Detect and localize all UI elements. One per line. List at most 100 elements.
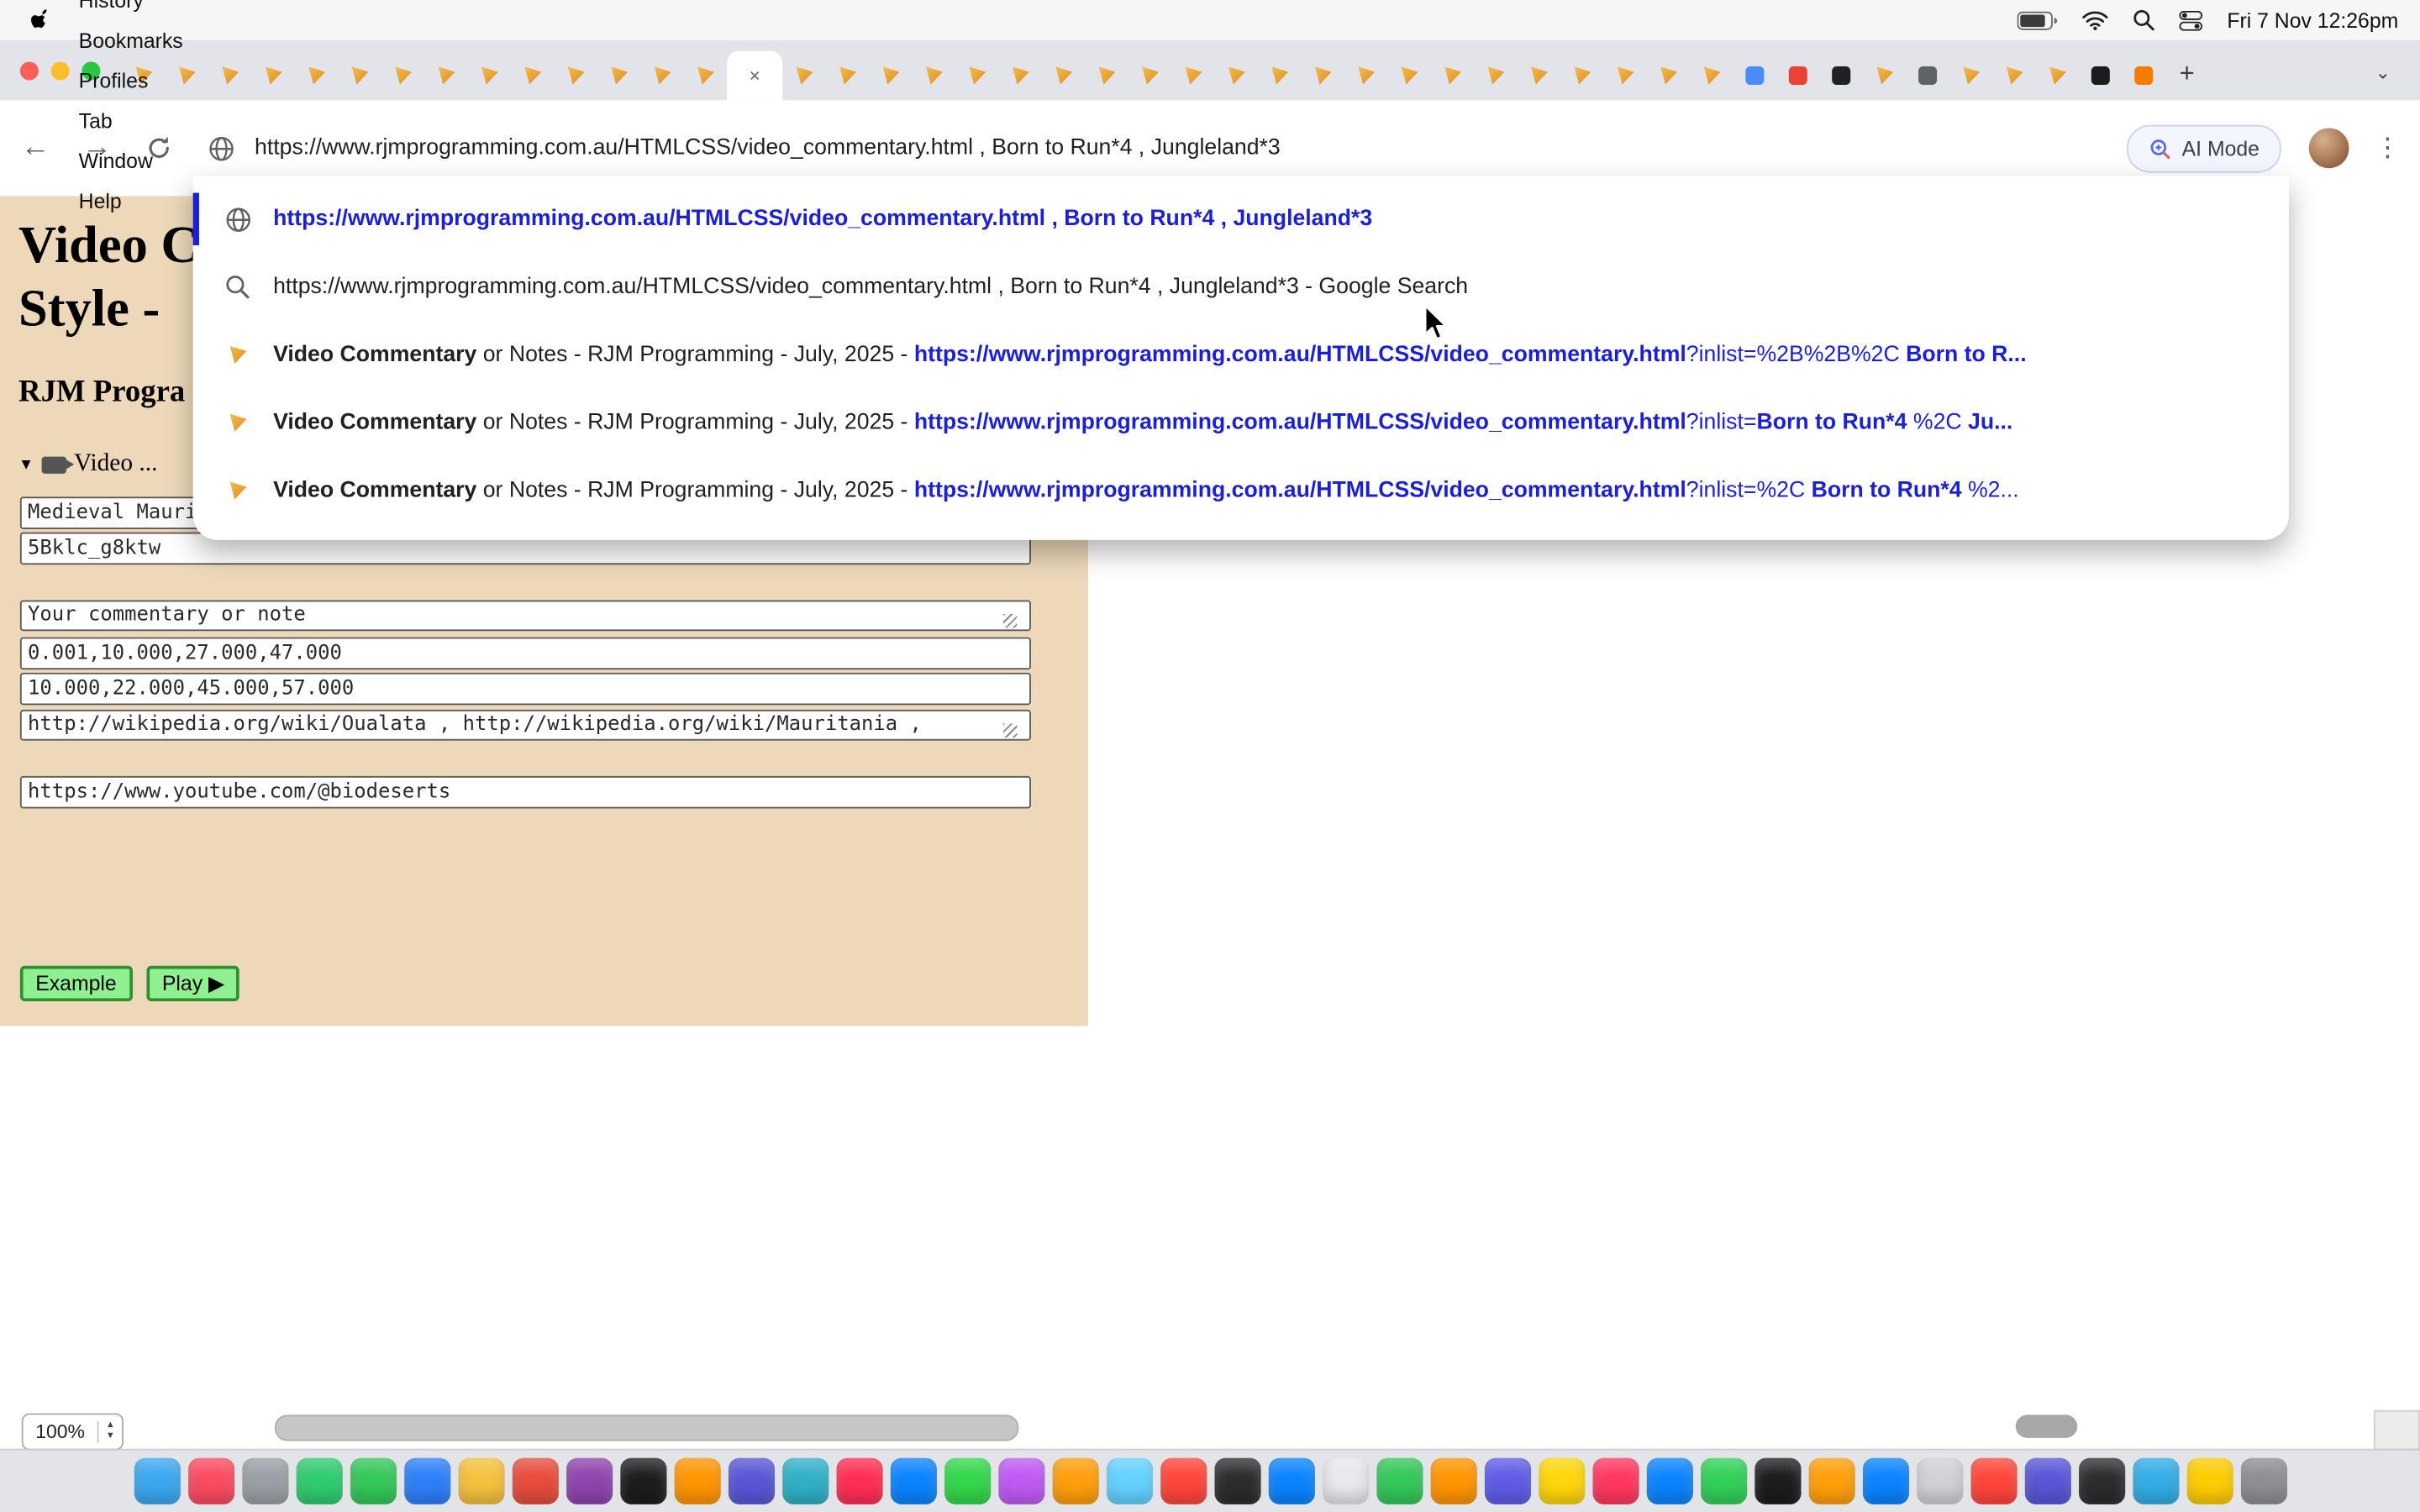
suggestion-selected-url[interactable]: https://www.rjmprogramming.com.au/HTMLCS… [193, 185, 2289, 253]
menu-item-bookmarks[interactable]: Bookmarks [61, 20, 199, 60]
dock-app-icon-11[interactable] [728, 1458, 774, 1504]
horizontal-scrollbar-thumb[interactable] [275, 1415, 1018, 1441]
dock-app-icon-17[interactable] [1052, 1458, 1098, 1504]
menubar-clock[interactable]: Fri 7 Nov 12:26pm [2227, 8, 2398, 32]
menu-item-tab[interactable]: Tab [61, 100, 199, 140]
dock-app-icon-31[interactable] [1808, 1458, 1854, 1504]
dock-app-icon-7[interactable] [512, 1458, 558, 1504]
tab-29[interactable] [1387, 51, 1430, 101]
close-tab-icon[interactable]: × [750, 66, 760, 85]
dock-app-icon-18[interactable] [1106, 1458, 1152, 1504]
dock-app-icon-1[interactable] [187, 1458, 234, 1504]
dock-app-icon-27[interactable] [1592, 1458, 1639, 1504]
tab-20[interactable] [998, 51, 1041, 101]
tab-38[interactable] [1776, 51, 1819, 101]
tab-27[interactable] [1301, 51, 1344, 101]
dock-app-icon-21[interactable] [1268, 1458, 1314, 1504]
tab-46[interactable] [2123, 51, 2165, 101]
tab-33[interactable] [1560, 51, 1603, 101]
resize-grip-icon[interactable] [1003, 614, 1018, 628]
tab-43[interactable] [1992, 51, 2035, 101]
dock-app-icon-19[interactable] [1160, 1458, 1206, 1504]
tab-2[interactable] [208, 51, 251, 101]
commentary-textarea[interactable]: Your commentary or note [20, 600, 1031, 631]
tab-8[interactable] [468, 51, 511, 101]
suggestion-search-text[interactable]: https://www.rjmprogramming.com.au/HTMLCS… [273, 275, 1468, 299]
tab-23[interactable] [1128, 51, 1171, 101]
menu-item-profiles[interactable]: Profiles [61, 60, 199, 101]
tab-6[interactable] [381, 51, 424, 101]
tab-5[interactable] [338, 51, 381, 101]
tab-31[interactable] [1474, 51, 1517, 101]
tab-9[interactable] [511, 51, 554, 101]
dock-app-icon-23[interactable] [1376, 1458, 1422, 1504]
suggestion-history-3[interactable]: Video Commentary or Notes - RJM Programm… [193, 457, 2289, 525]
ai-mode-button[interactable]: AI Mode [2127, 124, 2281, 172]
start-times-input[interactable] [20, 638, 1031, 670]
end-times-input[interactable] [20, 673, 1031, 706]
example-button[interactable]: Example [20, 966, 132, 1001]
tab-44[interactable] [2036, 51, 2079, 101]
tab-16[interactable] [826, 51, 869, 101]
menu-item-window[interactable]: Window [61, 140, 199, 181]
tab-21[interactable] [1042, 51, 1085, 101]
dock-app-icon-35[interactable] [2024, 1458, 2070, 1504]
channel-url-input[interactable] [20, 776, 1031, 809]
resize-grip-icon[interactable] [1003, 723, 1018, 738]
tab-7[interactable] [424, 51, 467, 101]
browser-menu-button[interactable]: ⋮ [2370, 125, 2404, 171]
new-tab-button[interactable]: + [2165, 52, 2208, 95]
dock-app-icon-15[interactable] [944, 1458, 990, 1504]
tab-10[interactable] [554, 51, 597, 101]
omnibox[interactable]: https://www.rjmprogramming.com.au/HTMLCS… [207, 135, 2126, 161]
tab-32[interactable] [1518, 51, 1560, 101]
tab-30[interactable] [1431, 51, 1474, 101]
tab-28[interactable] [1344, 51, 1387, 101]
tab-34[interactable] [1603, 51, 1646, 101]
zoom-stepper[interactable]: ▲▼ [97, 1420, 122, 1442]
suggestion-google-search[interactable]: https://www.rjmprogramming.com.au/HTMLCS… [193, 253, 2289, 321]
dock-app-icon-6[interactable] [458, 1458, 504, 1504]
dock-app-icon-32[interactable] [1862, 1458, 1908, 1504]
dock-app-icon-26[interactable] [1538, 1458, 1584, 1504]
menu-item-history[interactable]: History [61, 0, 199, 20]
suggestion-history-1[interactable]: Video Commentary or Notes - RJM Programm… [193, 321, 2289, 389]
tab-40[interactable] [1863, 51, 1906, 101]
spotlight-search-icon[interactable] [2133, 9, 2154, 31]
tab-26[interactable] [1258, 51, 1301, 101]
control-center-icon[interactable] [2179, 10, 2202, 30]
dock-app-icon-36[interactable] [2078, 1458, 2124, 1504]
tab-15[interactable] [782, 51, 825, 101]
tab-active[interactable]: × [727, 51, 782, 101]
dock-app-icon-9[interactable] [619, 1458, 666, 1504]
tab-4[interactable] [295, 51, 338, 101]
dock-app-icon-0[interactable] [134, 1458, 180, 1504]
tab-22[interactable] [1085, 51, 1128, 101]
omnibox-url-text[interactable]: https://www.rjmprogramming.com.au/HTMLCS… [255, 136, 1281, 160]
tab-45[interactable] [2079, 51, 2122, 101]
tab-3[interactable] [251, 51, 294, 101]
dock-app-icon-28[interactable] [1646, 1458, 1692, 1504]
horizontal-scrollbar-thumb-secondary[interactable] [2016, 1415, 2077, 1438]
tab-37[interactable] [1733, 51, 1776, 101]
dock-app-icon-10[interactable] [674, 1458, 720, 1504]
dock-app-icon-14[interactable] [890, 1458, 936, 1504]
tab-41[interactable] [1906, 51, 1949, 101]
dock-trash-icon[interactable] [2240, 1458, 2286, 1504]
dock-app-icon-16[interactable] [997, 1458, 1044, 1504]
dock-app-icon-29[interactable] [1700, 1458, 1746, 1504]
battery-icon[interactable] [2018, 10, 2058, 30]
profile-avatar[interactable] [2309, 128, 2349, 168]
tab-19[interactable] [955, 51, 998, 101]
suggestion-history-2[interactable]: Video Commentary or Notes - RJM Programm… [193, 389, 2289, 457]
tab-42[interactable] [1949, 51, 1992, 101]
play-button[interactable]: Play ▶ [146, 966, 239, 1001]
dock-app-icon-34[interactable] [1970, 1458, 2017, 1504]
menu-item-help[interactable]: Help [61, 181, 199, 221]
dock-app-icon-37[interactable] [2132, 1458, 2178, 1504]
tab-search-button[interactable]: ⌄ [2365, 54, 2402, 91]
tab-13[interactable] [684, 51, 727, 101]
tab-17[interactable] [869, 51, 912, 101]
dock-app-icon-24[interactable] [1430, 1458, 1476, 1504]
links-textarea[interactable]: http://wikipedia.org/wiki/Oualata , http… [20, 710, 1031, 741]
